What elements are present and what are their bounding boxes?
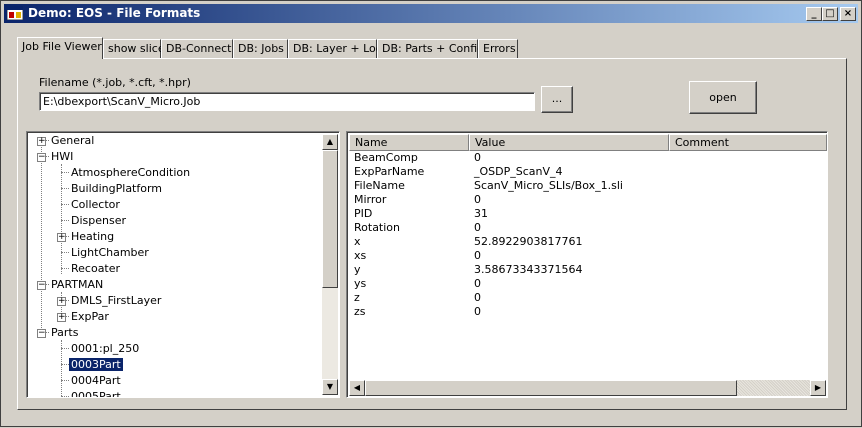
tree-node-label: LightChamber: [71, 246, 149, 259]
job-tree-view[interactable]: + General − HWI AtmosphereCondition Buil…: [26, 131, 340, 398]
tree-node-recoater[interactable]: Recoater: [69, 261, 122, 277]
cell-value[interactable]: 0: [474, 291, 481, 305]
cell-value[interactable]: 31: [474, 207, 488, 221]
cell-name[interactable]: Mirror: [354, 193, 386, 207]
tree-node-label: 0004Part: [71, 374, 121, 387]
minimize-button[interactable]: _: [806, 7, 822, 21]
cell-value[interactable]: 0: [474, 151, 481, 165]
app-window: Demo: EOS - File Formats _ □ × Job File …: [0, 0, 862, 427]
tree-node-building-platform[interactable]: BuildingPlatform: [69, 181, 164, 197]
cell-value[interactable]: _OSDP_ScanV_4: [474, 165, 563, 179]
tree-node-part-0003[interactable]: 0003Part: [68, 357, 124, 373]
expand-icon[interactable]: +: [57, 297, 66, 306]
maximize-button[interactable]: □: [822, 7, 838, 21]
tab-db-jobs[interactable]: DB: Jobs: [233, 39, 288, 58]
cell-value[interactable]: 0: [474, 249, 481, 263]
tree-node-label: DMLS_FirstLayer: [71, 294, 162, 307]
tree-node-label: General: [51, 134, 95, 147]
cell-value[interactable]: 0: [474, 277, 481, 291]
tree-node-light-chamber[interactable]: LightChamber: [69, 245, 151, 261]
column-header-comment[interactable]: Comment: [669, 134, 827, 151]
app-icon: [7, 6, 23, 20]
cell-name[interactable]: ExpParName: [354, 165, 424, 179]
tab-db-parts-config[interactable]: DB: Parts + Config: [377, 39, 484, 58]
tree-node-part-0001[interactable]: 0001:pl_250: [69, 341, 141, 357]
cell-name[interactable]: zs: [354, 305, 366, 319]
cell-name[interactable]: z: [354, 291, 360, 305]
scroll-thumb[interactable]: [365, 380, 737, 396]
tree-node-label: Parts: [51, 326, 79, 339]
scroll-left-icon[interactable]: ◀: [349, 380, 365, 396]
tree-node-atmosphere-condition[interactable]: AtmosphereCondition: [69, 165, 192, 181]
cell-value[interactable]: 0: [474, 193, 481, 207]
tab-errors[interactable]: Errors: [478, 39, 518, 58]
tree-node-label: Heating: [71, 230, 115, 243]
expand-icon[interactable]: +: [57, 233, 66, 242]
column-header-value[interactable]: Value: [469, 134, 669, 151]
cell-name[interactable]: Rotation: [354, 221, 400, 235]
cell-value[interactable]: 3.58673343371564: [474, 263, 582, 277]
tree-node-part-0004[interactable]: 0004Part: [69, 373, 123, 389]
cell-value[interactable]: 52.8922903817761: [474, 235, 582, 249]
tree-node-part-0005[interactable]: 0005Part: [69, 389, 123, 398]
tree-node-label: 0003Part: [68, 357, 124, 372]
tree-node-label: ExpPar: [71, 310, 109, 323]
scroll-right-icon[interactable]: ▶: [810, 380, 826, 396]
tree-node-label: Recoater: [71, 262, 121, 275]
filename-label: Filename (*.job, *.cft, *.hpr): [39, 76, 191, 89]
tree-node-collector[interactable]: Collector: [69, 197, 122, 213]
cell-name[interactable]: x: [354, 235, 361, 249]
browse-button[interactable]: ...: [541, 86, 573, 113]
cell-name[interactable]: ys: [354, 277, 366, 291]
cell-name[interactable]: xs: [354, 249, 366, 263]
grid-horizontal-scrollbar[interactable]: ◀ ▶: [349, 380, 826, 396]
expand-icon[interactable]: +: [57, 313, 66, 322]
properties-grid[interactable]: Name Value Comment BeamComp 0 ExpParName…: [346, 131, 828, 398]
tree-node-label: 0005Part: [71, 390, 121, 398]
cell-value[interactable]: ScanV_Micro_SLIs/Box_1.sli: [474, 179, 623, 193]
collapse-icon[interactable]: −: [37, 153, 46, 162]
tree-node-label: HWI: [51, 150, 74, 163]
cell-name[interactable]: FileName: [354, 179, 405, 193]
window-title: Demo: EOS - File Formats: [28, 6, 201, 20]
scroll-down-icon[interactable]: ▼: [322, 379, 338, 395]
cell-value[interactable]: 0: [474, 305, 481, 319]
tree-node-label: BuildingPlatform: [71, 182, 163, 195]
open-button[interactable]: open: [689, 81, 757, 114]
scroll-up-icon[interactable]: ▲: [322, 134, 338, 150]
collapse-icon[interactable]: −: [37, 329, 46, 338]
tab-show-slice[interactable]: show slice: [103, 39, 165, 58]
cell-value[interactable]: 0: [474, 221, 481, 235]
collapse-icon[interactable]: −: [37, 281, 46, 290]
tree-node-label: Dispenser: [71, 214, 126, 227]
expand-icon[interactable]: +: [37, 137, 46, 146]
tree-node-label: PARTMAN: [51, 278, 104, 291]
filename-input[interactable]: E:\dbexport\ScanV_Micro.Job: [39, 92, 535, 111]
close-button[interactable]: ×: [840, 7, 856, 21]
cell-name[interactable]: BeamComp: [354, 151, 418, 165]
cell-name[interactable]: y: [354, 263, 361, 277]
tree-vertical-scrollbar[interactable]: ▲ ▼: [322, 134, 338, 395]
tab-job-file-viewer[interactable]: Job File Viewer: [17, 37, 103, 59]
tab-db-connect[interactable]: DB-Connect: [161, 39, 233, 58]
tab-db-layer-log[interactable]: DB: Layer + Log: [288, 39, 383, 58]
column-header-name[interactable]: Name: [349, 134, 469, 151]
cell-name[interactable]: PID: [354, 207, 372, 221]
scroll-thumb[interactable]: [322, 150, 338, 288]
tree-node-label: Collector: [71, 198, 120, 211]
tree-node-dispenser[interactable]: Dispenser: [69, 213, 128, 229]
title-bar[interactable]: Demo: EOS - File Formats _ □ ×: [4, 4, 858, 23]
tree-node-label: 0001:pl_250: [71, 342, 140, 355]
tree-node-label: AtmosphereCondition: [71, 166, 191, 179]
